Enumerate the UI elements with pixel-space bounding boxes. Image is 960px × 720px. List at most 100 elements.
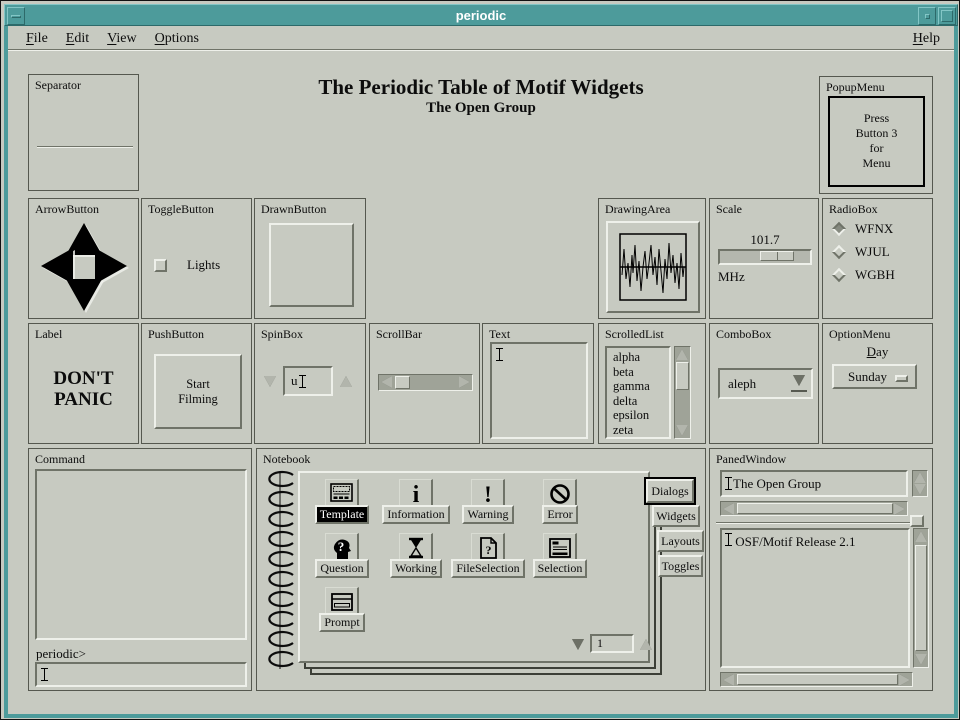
notebook-page-up-arrow[interactable] — [640, 639, 652, 650]
template-dialog-item[interactable]: Template — [304, 479, 380, 524]
command-history[interactable] — [35, 469, 247, 640]
notebook-page-down-arrow[interactable] — [572, 639, 584, 650]
notebook-page-field[interactable]: 1 — [590, 634, 634, 653]
warning-label[interactable]: Warning — [462, 505, 513, 524]
menu-edit[interactable]: Edit — [66, 31, 89, 47]
question-dialog-item[interactable]: ? Question — [304, 533, 380, 578]
tab-toggles[interactable]: Toggles — [658, 555, 703, 577]
paned-bottom-vscroll-thumb[interactable] — [915, 545, 927, 651]
paned-top-scroll-left-arrow[interactable] — [723, 503, 734, 515]
paned-top-horizontal-scrollbar[interactable] — [720, 501, 908, 516]
tab-dialogs[interactable]: Dialogs — [646, 479, 694, 503]
paned-top-scroll-right-arrow[interactable] — [894, 503, 905, 515]
text-cursor — [299, 375, 306, 388]
list-item[interactable]: beta — [613, 365, 669, 380]
radio-wfnx[interactable] — [832, 222, 846, 236]
paned-bottom-horizontal-scrollbar[interactable] — [720, 672, 913, 687]
menu-view[interactable]: View — [107, 31, 137, 47]
prompt-label[interactable]: Prompt — [319, 613, 364, 632]
horizontal-scrollbar[interactable] — [378, 374, 473, 391]
list-item[interactable]: epsilon — [613, 408, 669, 423]
lights-checkbox[interactable] — [154, 259, 167, 272]
paned-bottom-hscroll-thumb[interactable] — [737, 674, 898, 685]
command-input[interactable] — [35, 662, 247, 687]
spinbox-up-arrow[interactable] — [340, 376, 352, 387]
warning-dialog-item[interactable]: ! Warning — [450, 479, 526, 524]
paned-bottom-scroll-left-arrow[interactable] — [723, 674, 734, 686]
spinbox-field[interactable]: u — [283, 366, 333, 396]
maximize-button[interactable] — [938, 7, 956, 25]
menu-file[interactable]: File — [26, 31, 48, 47]
text-cursor — [41, 668, 48, 681]
paned-bottom-text-area[interactable]: OSF/Motif Release 2.1 — [720, 528, 910, 668]
list-item[interactable]: alpha — [613, 350, 669, 365]
list[interactable]: alpha beta gamma delta epsilon zeta — [605, 346, 671, 439]
list-item[interactable]: delta — [613, 394, 669, 409]
selection-label[interactable]: Selection — [533, 559, 588, 578]
list-scroll-up-arrow[interactable] — [676, 349, 688, 360]
list-scroll-thumb[interactable] — [676, 362, 689, 390]
titlebar[interactable]: periodic — [4, 4, 958, 26]
paned-top-scroll-down-arrow[interactable] — [914, 484, 926, 495]
list-vertical-scrollbar[interactable] — [674, 346, 691, 439]
drawing-area[interactable] — [606, 221, 700, 313]
fileselection-dialog-item[interactable]: ? FileSelection — [450, 533, 526, 578]
list-item[interactable]: gamma — [613, 379, 669, 394]
radio-wgbh[interactable] — [832, 268, 846, 282]
radio-wgbh-label[interactable]: WGBH — [855, 267, 895, 283]
label-panel: Label DON'T PANIC — [28, 323, 139, 444]
tab-layouts[interactable]: Layouts — [657, 530, 704, 552]
paned-top-text-field[interactable]: The Open Group — [720, 470, 908, 497]
error-label[interactable]: Error — [542, 505, 577, 524]
scrollbar-thumb[interactable] — [395, 376, 410, 389]
tab-widgets[interactable]: Widgets — [652, 505, 700, 527]
start-filming-button[interactable]: Start Filming — [154, 354, 242, 429]
list-item[interactable]: zeta — [613, 423, 669, 438]
paned-top-vertical-scrollbar[interactable] — [912, 470, 928, 497]
paned-bottom-scroll-right-arrow[interactable] — [899, 674, 910, 686]
lights-checkbox-label[interactable]: Lights — [187, 257, 220, 273]
scrollbar-left-arrow[interactable] — [381, 376, 392, 388]
question-label[interactable]: Question — [315, 559, 368, 578]
menu-options[interactable]: Options — [155, 31, 199, 47]
popupmenu-area[interactable]: Press Button 3 for Menu — [828, 96, 925, 187]
command-panel-label: Command — [35, 452, 85, 467]
separator-panel-label: Separator — [35, 78, 81, 93]
scale-thumb[interactable] — [760, 251, 794, 261]
drawn-button[interactable] — [269, 223, 354, 307]
list-scroll-down-arrow[interactable] — [676, 425, 688, 436]
day-option-button[interactable]: Sunday — [832, 364, 917, 389]
radio-wjul[interactable] — [832, 245, 846, 259]
information-label[interactable]: Information — [382, 505, 449, 524]
paned-top-hscroll-thumb[interactable] — [737, 503, 893, 514]
page-title: The Periodic Table of Motif Widgets — [201, 75, 761, 100]
working-label[interactable]: Working — [390, 559, 442, 578]
template-label[interactable]: Template — [315, 505, 369, 524]
error-dialog-item[interactable]: Error — [522, 479, 598, 524]
combobox-dropdown-arrow[interactable] — [793, 375, 805, 386]
text-area[interactable] — [490, 342, 588, 439]
paned-bottom-scroll-down-arrow[interactable] — [915, 654, 927, 665]
wm-frame-right[interactable] — [954, 26, 958, 718]
scale-trough[interactable] — [718, 249, 812, 265]
radio-wjul-label[interactable]: WJUL — [855, 244, 890, 260]
paned-bottom-vertical-scrollbar[interactable] — [913, 528, 929, 668]
arrow-down-button[interactable] — [66, 279, 102, 311]
paned-top-scroll-up-arrow[interactable] — [914, 472, 926, 483]
prompt-dialog-item[interactable]: Prompt — [304, 587, 380, 632]
paned-bottom-scroll-up-arrow[interactable] — [915, 531, 927, 542]
scale-value: 101.7 — [718, 232, 812, 248]
fileselection-label[interactable]: FileSelection — [451, 559, 524, 578]
spinbox-down-arrow[interactable] — [264, 376, 276, 387]
radio-wfnx-label[interactable]: WFNX — [855, 221, 893, 237]
information-dialog-item[interactable]: i Information — [378, 479, 454, 524]
notebook-panel-label: Notebook — [263, 452, 310, 467]
scrollbar-right-arrow[interactable] — [459, 376, 470, 388]
minimize-button[interactable] — [918, 7, 936, 25]
menu-help[interactable]: Help — [913, 31, 940, 47]
wm-frame-bottom[interactable] — [4, 714, 958, 718]
working-dialog-item[interactable]: Working — [378, 533, 454, 578]
selection-dialog-item[interactable]: Selection — [522, 533, 598, 578]
pane-sash-handle[interactable] — [910, 515, 924, 527]
wm-frame-left[interactable] — [4, 26, 8, 718]
